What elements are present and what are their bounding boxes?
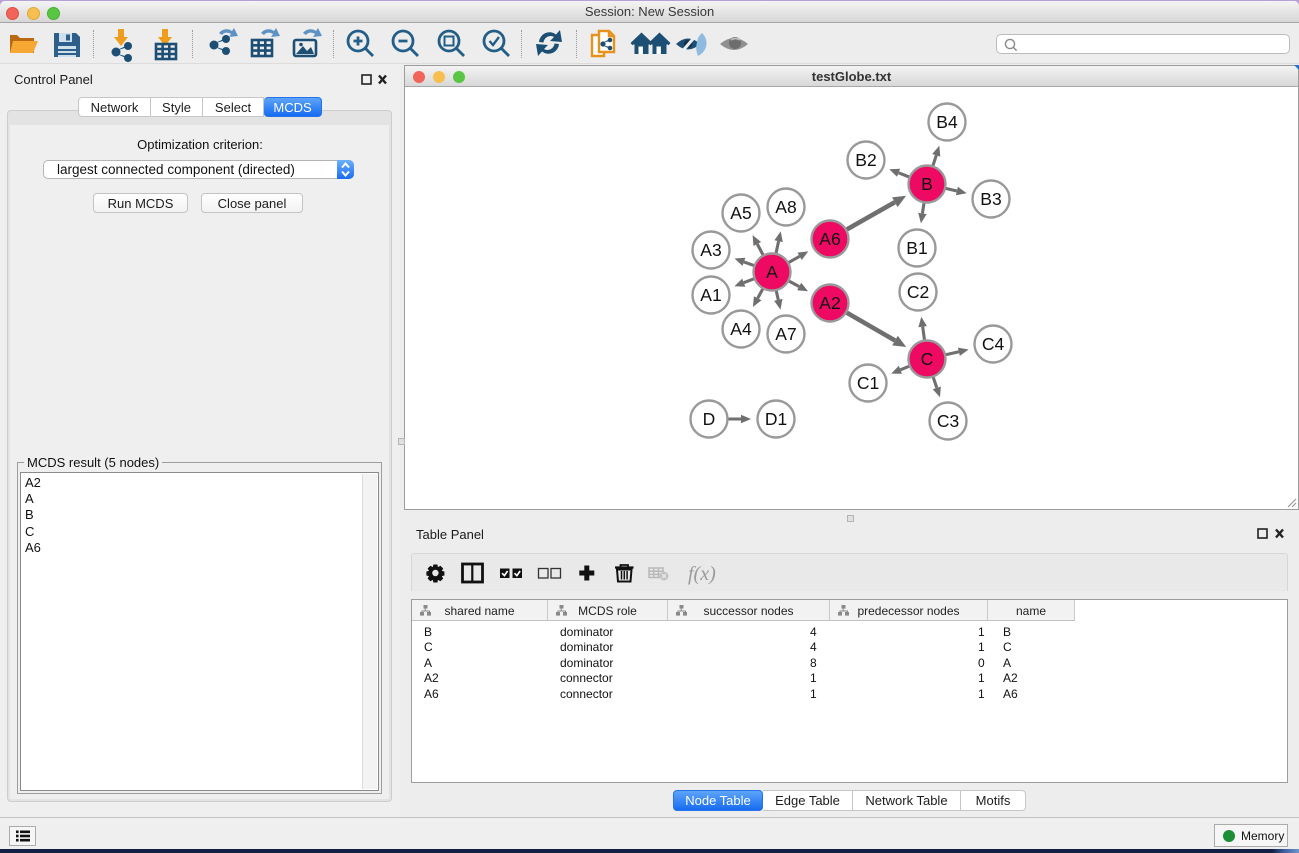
svg-text:B: B (921, 174, 933, 194)
svg-text:A8: A8 (775, 197, 796, 217)
svg-text:f(x): f(x) (688, 563, 716, 585)
svg-text:A: A (766, 262, 778, 282)
svg-text:C3: C3 (937, 411, 959, 431)
svg-text:B1: B1 (906, 238, 927, 258)
svg-text:A3: A3 (700, 240, 721, 260)
svg-text:B3: B3 (980, 189, 1001, 209)
svg-text:B2: B2 (855, 150, 876, 170)
svg-text:C: C (921, 349, 934, 369)
svg-text:C4: C4 (982, 334, 1005, 354)
svg-text:C1: C1 (857, 373, 879, 393)
svg-text:A6: A6 (819, 229, 840, 249)
svg-text:A7: A7 (775, 324, 796, 344)
svg-text:A5: A5 (730, 203, 751, 223)
svg-text:A2: A2 (819, 293, 840, 313)
svg-text:D: D (703, 409, 716, 429)
svg-text:A4: A4 (730, 319, 752, 339)
svg-text:C2: C2 (907, 282, 929, 302)
svg-text:B4: B4 (936, 112, 958, 132)
svg-text:A1: A1 (700, 285, 721, 305)
svg-text:D1: D1 (765, 409, 787, 429)
